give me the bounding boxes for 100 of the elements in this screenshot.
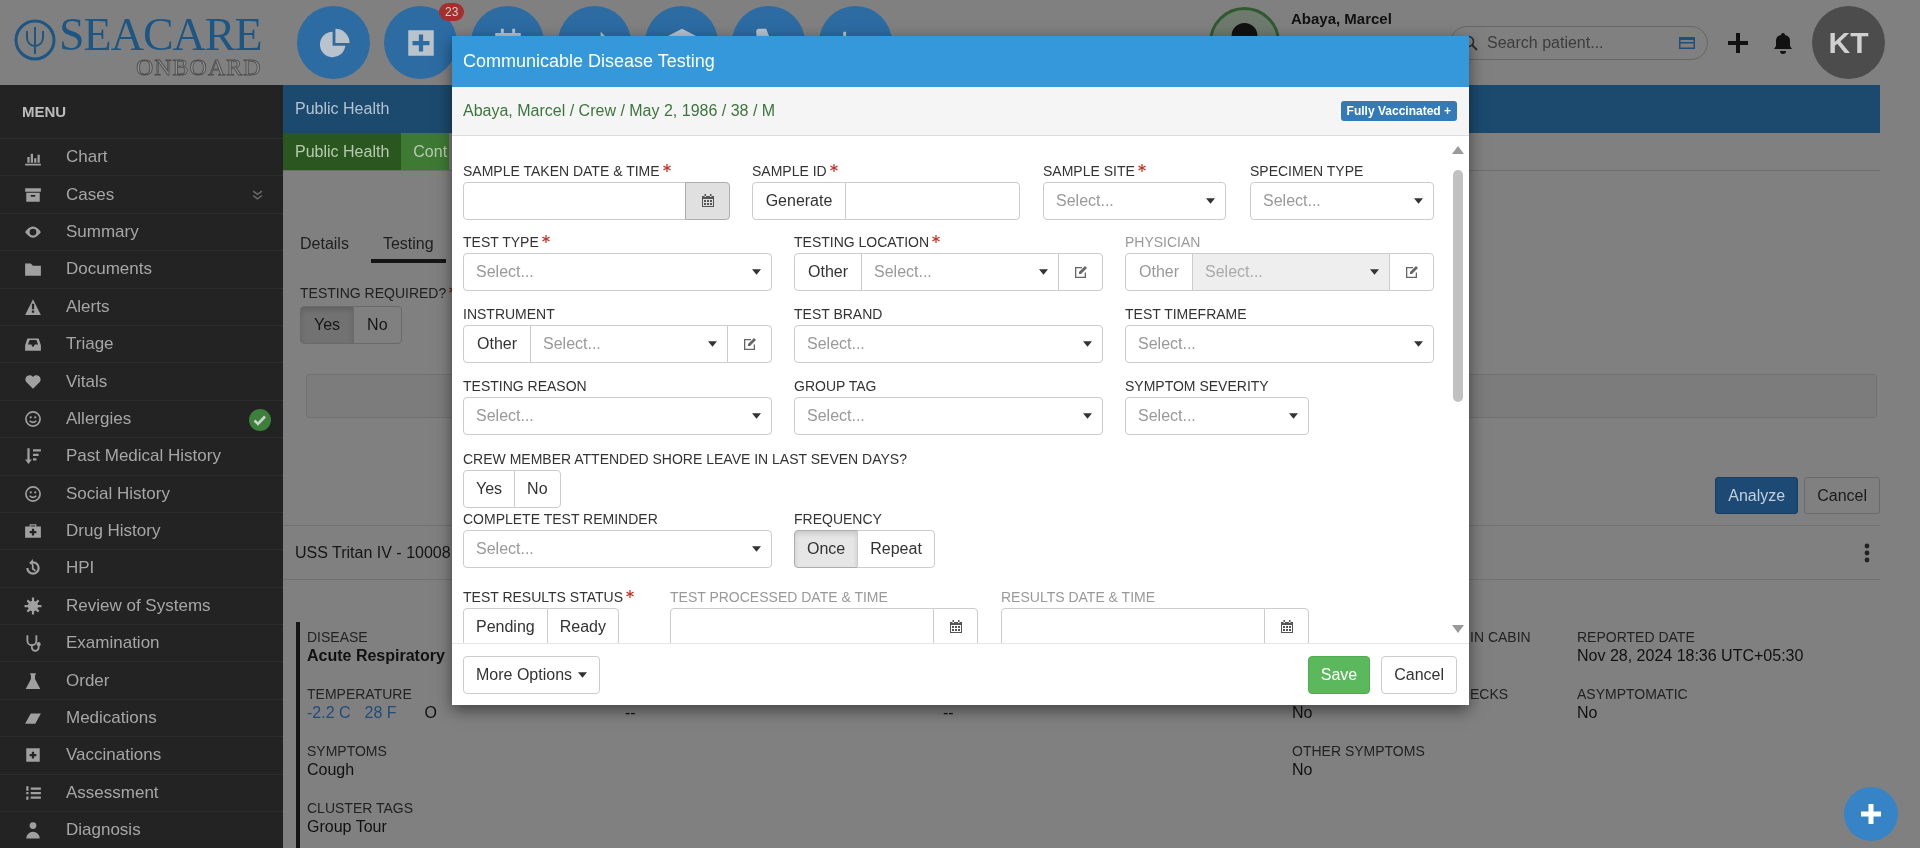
caret-icon (1206, 198, 1215, 204)
calendar-icon (700, 194, 715, 208)
search-field[interactable]: Search patient... (1450, 25, 1708, 60)
sidebar-item[interactable]: Chart (0, 139, 283, 177)
edit-icon (1073, 265, 1088, 279)
cancel-button[interactable]: Cancel (1804, 477, 1880, 514)
calendar-button[interactable] (1264, 608, 1309, 643)
sidebar-item[interactable]: Alerts (0, 288, 283, 326)
caret-icon (1083, 341, 1092, 347)
toggle-button[interactable]: Repeat (857, 530, 935, 568)
sidebar-item[interactable]: Documents (0, 251, 283, 289)
detail-value: Group Tour (307, 817, 388, 837)
analyze-button[interactable]: Analyze (1715, 477, 1799, 514)
date-field[interactable] (670, 608, 934, 643)
section-title: Public Health (295, 100, 390, 118)
bell-icon (1773, 31, 1793, 54)
date-field[interactable] (1001, 608, 1265, 643)
detail-value: No (1577, 703, 1599, 723)
gear-icon (24, 596, 42, 615)
detail-label: TEMPERATURE (307, 685, 413, 703)
vaccination-badge: Fully Vaccinated + (1340, 101, 1457, 121)
caret-icon (1289, 413, 1298, 419)
detail-label: ASYMPTOMATIC (1577, 685, 1689, 703)
sidebar-item[interactable]: Order (0, 662, 283, 700)
sidebar-item[interactable]: Review of Systems (0, 587, 283, 626)
sidebar-item[interactable]: Assessment (0, 774, 283, 813)
date-field[interactable] (463, 182, 686, 220)
sidebar-item[interactable]: Social History (0, 475, 283, 513)
field-label: FREQUENCY (794, 511, 882, 529)
caret-icon (752, 269, 761, 275)
caret-icon (752, 546, 761, 552)
sidebar-item[interactable]: Vaccinations (0, 737, 283, 775)
folder-icon (24, 260, 42, 279)
tab[interactable]: Details (288, 229, 361, 263)
detail-value: -- (943, 703, 955, 723)
sample-id-field[interactable] (845, 182, 1020, 220)
calendar-button[interactable] (685, 182, 730, 220)
logo-text: SEACARE (59, 13, 262, 56)
edit-button[interactable] (727, 325, 772, 363)
caret-icon (1414, 341, 1423, 347)
sidebar-item[interactable]: Summary (0, 213, 283, 252)
caret-icon (1414, 198, 1423, 204)
other-button[interactable]: Other (794, 253, 862, 291)
calendar-icon (948, 620, 963, 634)
toggle-button[interactable]: No (514, 470, 561, 508)
field-label: PHYSICIAN (1125, 234, 1201, 252)
field-label: SAMPLE ID (752, 163, 827, 181)
toggle-button[interactable]: Yes (463, 470, 516, 508)
edit-button[interactable] (1058, 253, 1103, 291)
notification-badge: 23 (439, 3, 465, 21)
tab[interactable]: Public Health (283, 133, 402, 170)
field-label: TEST TIMEFRAME (1125, 306, 1247, 324)
detail-label: CLUSTER TAGS (307, 799, 415, 817)
detail-label: DISEASE (307, 628, 369, 646)
smiley-icon (24, 484, 42, 503)
smiley-icon (24, 409, 42, 428)
toggle-button[interactable]: Yes (300, 306, 355, 344)
tab[interactable]: Testing (370, 229, 446, 263)
sidebar-item[interactable]: HPI (0, 550, 283, 588)
user-avatar[interactable]: KT (1812, 6, 1885, 79)
other-button[interactable]: Other (463, 325, 531, 363)
sidebar-item[interactable]: Examination (0, 625, 283, 663)
archive-icon (24, 185, 42, 204)
edit-button[interactable] (1389, 253, 1434, 291)
detail-value: No (1292, 760, 1314, 780)
stethoscope-icon (24, 634, 42, 653)
sidebar-item[interactable]: Medications (0, 699, 283, 738)
field-label: TEST RESULTS STATUS (463, 589, 623, 607)
sidebar-item[interactable]: Triage (0, 325, 283, 364)
sidebar-item[interactable]: Drug History (0, 512, 283, 551)
field-label: SAMPLE SITE (1043, 163, 1135, 181)
inbox-icon (24, 335, 42, 354)
cancel-button[interactable]: Cancel (1381, 655, 1457, 694)
detail-value: -- (625, 703, 637, 723)
toggle-button[interactable]: Once (794, 530, 859, 568)
detail-value: O (424, 703, 438, 723)
detail-label: SYMPTOMS (307, 742, 388, 760)
caret-icon (1370, 269, 1379, 275)
generate-button[interactable]: Generate (752, 182, 846, 220)
toggle-button[interactable]: Ready (546, 608, 619, 643)
sidebar-item[interactable]: Vitals (0, 363, 283, 401)
toggle-button[interactable]: No (353, 306, 402, 344)
calendar-button[interactable] (933, 608, 978, 643)
field-label: TESTING REQUIRED? (300, 285, 447, 301)
detail-label: REPORTED DATE (1577, 628, 1696, 646)
more-options-button[interactable]: More Options (463, 655, 601, 694)
caret-icon (1083, 413, 1092, 419)
sidebar-item[interactable]: Past Medical History (0, 438, 283, 476)
field-label: TEST TYPE (463, 234, 539, 252)
caret-icon (578, 671, 588, 678)
sidebar-item[interactable]: Allergies (0, 400, 283, 439)
field-label: TESTING REASON (463, 378, 587, 396)
sidebar-item[interactable]: Cases (0, 176, 283, 214)
detail-value: Acute Respiratory (307, 646, 446, 666)
field-label: COMPLETE TEST REMINDER (463, 511, 658, 529)
card-icon (1678, 35, 1696, 50)
toggle-button[interactable]: Pending (463, 608, 548, 643)
modal-title: Communicable Disease Testing (463, 51, 715, 72)
numbered-list-icon (24, 783, 42, 802)
menu-title: MENU (22, 103, 67, 120)
